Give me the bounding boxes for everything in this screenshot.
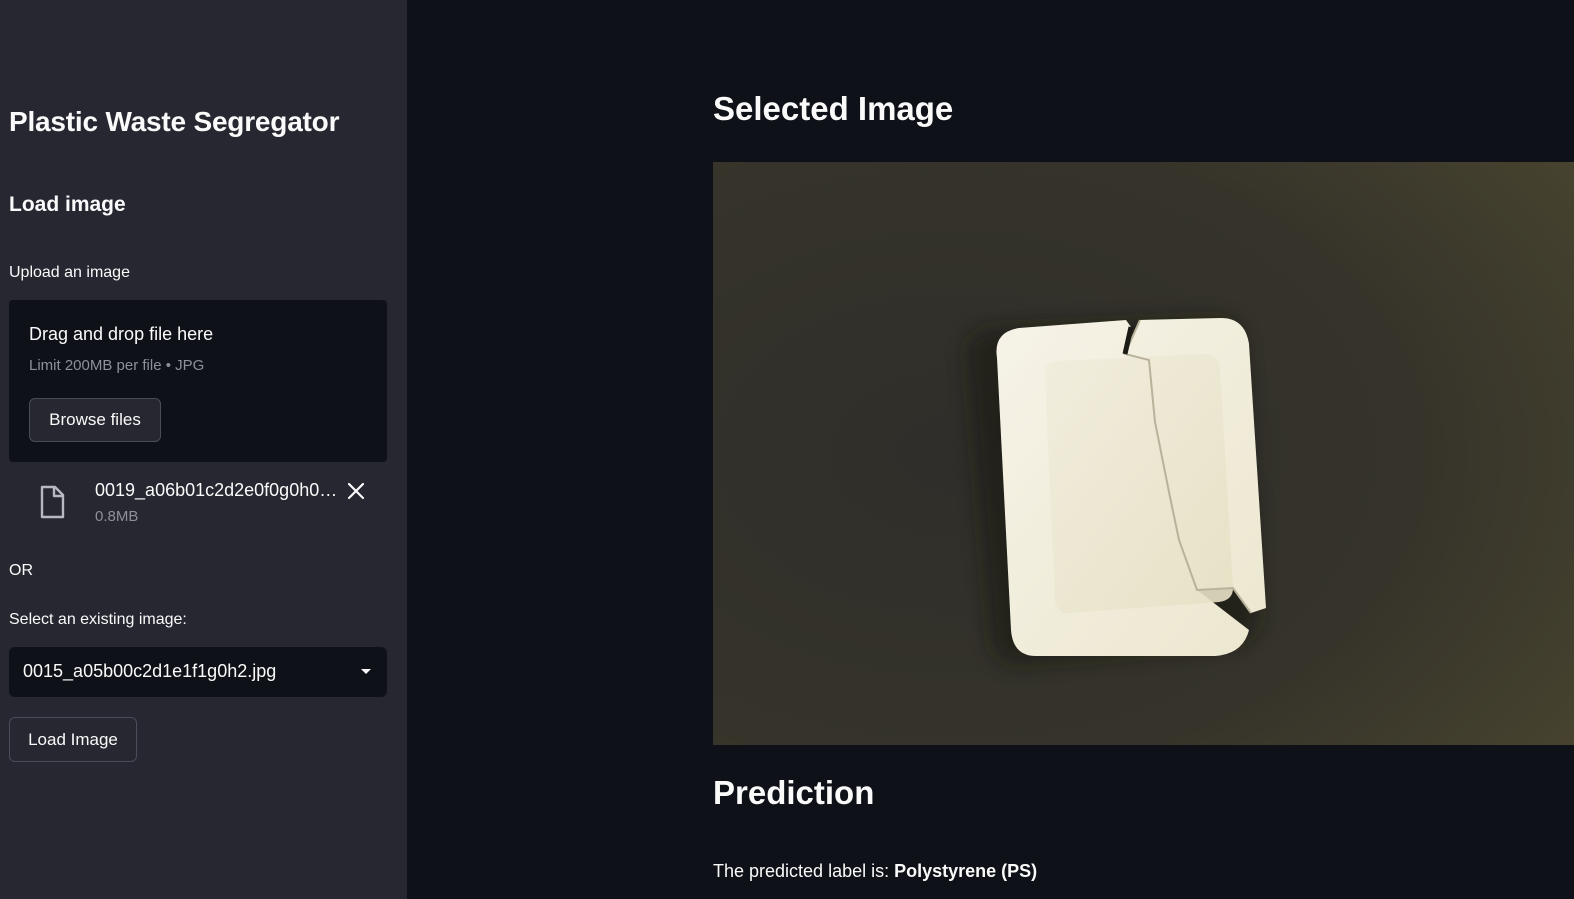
main-content: Selected Image Prediction The predicted … bbox=[407, 0, 1574, 899]
section-title: Load image bbox=[9, 193, 126, 216]
dropzone-title: Drag and drop file here bbox=[29, 324, 214, 344]
caret-down-icon bbox=[361, 669, 371, 674]
selected-image bbox=[713, 162, 1574, 745]
app: Plastic Waste Segregator Load image Uplo… bbox=[0, 0, 1574, 899]
select-label: Select an existing image: bbox=[9, 611, 187, 628]
browse-files-button[interactable]: Browse files bbox=[29, 398, 161, 442]
prediction-prefix: The predicted label is: bbox=[713, 861, 895, 881]
sidebar: Plastic Waste Segregator Load image Uplo… bbox=[0, 0, 407, 899]
app-title: Plastic Waste Segregator bbox=[9, 106, 340, 137]
select-value: 0015_a05b00c2d1e1f1g0h2.jpg bbox=[23, 661, 277, 681]
tray-photo-illustration bbox=[713, 162, 1574, 745]
uploaded-file: 0019_a06b01c2d2e0f0g0h0… 0.8MB bbox=[9, 476, 387, 532]
load-image-button[interactable]: Load Image bbox=[9, 717, 137, 762]
file-dropzone[interactable]: Drag and drop file here Limit 200MB per … bbox=[9, 300, 387, 462]
close-icon[interactable] bbox=[345, 480, 367, 502]
existing-image-select[interactable]: 0015_a05b00c2d1e1f1g0h2.jpg bbox=[9, 647, 387, 697]
uploaded-file-name: 0019_a06b01c2d2e0f0g0h0… bbox=[95, 480, 338, 500]
file-icon bbox=[40, 485, 65, 519]
dropzone-limit: Limit 200MB per file • JPG bbox=[29, 357, 205, 374]
prediction-heading: Prediction bbox=[713, 774, 875, 811]
selected-image-heading: Selected Image bbox=[713, 90, 954, 127]
prediction-result: The predicted label is: Polystyrene (PS) bbox=[713, 861, 1037, 882]
uploaded-file-size: 0.8MB bbox=[95, 508, 139, 525]
prediction-label: Polystyrene (PS) bbox=[894, 861, 1038, 881]
upload-label: Upload an image bbox=[9, 264, 130, 281]
or-label: OR bbox=[9, 562, 33, 579]
